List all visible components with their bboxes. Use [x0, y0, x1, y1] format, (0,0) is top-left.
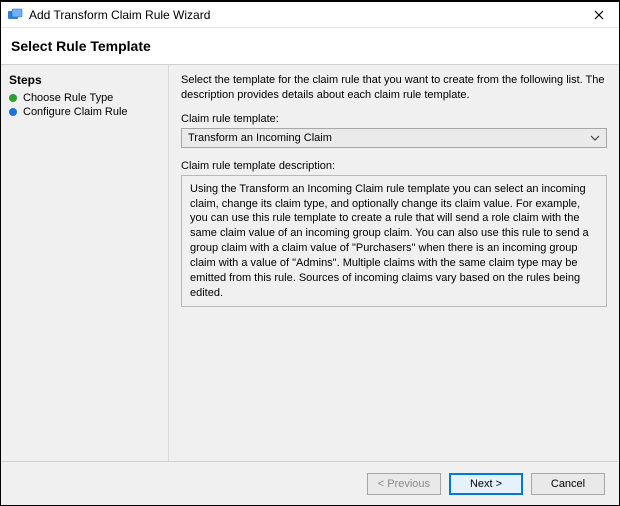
steps-sidebar: Steps Choose Rule Type Configure Claim R… [1, 65, 169, 461]
wizard-footer: < Previous Next > Cancel [1, 461, 619, 505]
bullet-icon [9, 94, 17, 102]
step-choose-rule-type[interactable]: Choose Rule Type [7, 91, 162, 105]
chevron-down-icon [588, 131, 602, 145]
template-description: Using the Transform an Incoming Claim ru… [181, 175, 607, 308]
wizard-body: Steps Choose Rule Type Configure Claim R… [1, 65, 619, 461]
close-button[interactable] [583, 2, 615, 27]
page-title: Select Rule Template [11, 38, 609, 54]
description-label: Claim rule template description: [181, 160, 607, 172]
steps-title: Steps [9, 73, 160, 87]
previous-button: < Previous [367, 473, 441, 495]
wizard-header: Select Rule Template [1, 28, 619, 65]
step-label: Configure Claim Rule [23, 106, 128, 118]
bullet-icon [9, 108, 17, 116]
step-label: Choose Rule Type [23, 92, 113, 104]
template-label: Claim rule template: [181, 113, 607, 125]
step-configure-claim-rule[interactable]: Configure Claim Rule [7, 105, 162, 119]
main-panel: Select the template for the claim rule t… [169, 65, 619, 461]
window-title: Add Transform Claim Rule Wizard [29, 8, 583, 22]
intro-text: Select the template for the claim rule t… [181, 73, 607, 103]
template-selected-value: Transform an Incoming Claim [188, 132, 332, 144]
close-icon [594, 10, 604, 20]
next-button[interactable]: Next > [449, 473, 523, 495]
cancel-button[interactable]: Cancel [531, 473, 605, 495]
claim-rule-template-select[interactable]: Transform an Incoming Claim [181, 128, 607, 148]
app-icon [7, 7, 23, 23]
titlebar: Add Transform Claim Rule Wizard [1, 2, 619, 28]
